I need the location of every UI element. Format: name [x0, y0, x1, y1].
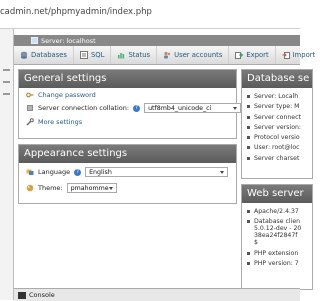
list-item: Database clien 5.0.12-dev - 20 38ea24f28… — [247, 218, 301, 246]
list-item: Server connect — [247, 114, 301, 121]
language-value: English — [89, 168, 112, 176]
tab-label: Import — [292, 51, 316, 59]
main-menu-tabs: Databases SQL Status User accounts Expor… — [14, 46, 315, 65]
help-icon[interactable]: ? — [74, 168, 82, 176]
chevron-down-icon — [108, 186, 113, 190]
list-item: PHP extension — [247, 250, 301, 257]
appearance-settings-panel: Appearance settings Language ? English T… — [18, 144, 237, 204]
tab-label: Status — [128, 51, 151, 59]
theme-select[interactable]: pmahomme — [66, 183, 117, 193]
server-breadcrumb[interactable]: Server: localhost — [31, 36, 96, 45]
more-settings-link[interactable]: More settings — [38, 118, 82, 126]
language-row: Language ? English — [26, 167, 229, 177]
list-item-line: 5.0.12-dev - 20 — [254, 225, 302, 233]
list-item: Protocol versio — [247, 134, 301, 141]
tab-export[interactable]: Export — [229, 46, 276, 64]
import-icon — [282, 52, 290, 59]
list-item: Server version: — [247, 124, 301, 131]
collation-row: Server connection collation: ? utf8mb4_u… — [26, 103, 242, 113]
collation-select[interactable]: utf8mb4_unicode_ci — [144, 103, 242, 113]
appearance-settings-title: Appearance settings — [19, 145, 236, 163]
list-item: PHP version: 7 — [247, 260, 301, 267]
collation-value: utf8mb4_unicode_ci — [148, 104, 212, 112]
chevron-down-icon — [220, 170, 225, 174]
tab-label: User accounts — [174, 51, 223, 59]
general-settings-title: General settings — [19, 70, 236, 88]
theme-icon — [26, 184, 34, 192]
nav-item-marker — [3, 69, 10, 71]
change-password-row[interactable]: Change password — [26, 91, 96, 99]
list-item: Apache/2.4.37 — [247, 208, 301, 215]
theme-label: Theme: — [38, 184, 63, 192]
server-collation-icon — [27, 105, 33, 111]
address-url[interactable]: cadmin.net/phpmyadmin/index.php — [0, 7, 152, 17]
more-settings-row[interactable]: More settings — [26, 118, 82, 126]
change-password-link[interactable]: Change password — [38, 91, 96, 99]
list-item: Server type: M — [247, 103, 301, 110]
theme-value: pmahomme — [70, 184, 109, 192]
navigation-panel[interactable] — [0, 29, 14, 300]
list-item-line: 38ea24f2847f — [254, 232, 298, 240]
console-label[interactable]: Console — [29, 291, 55, 299]
server-icon — [31, 37, 38, 44]
database-server-title: Database se — [242, 70, 312, 88]
export-icon — [235, 52, 244, 59]
help-icon[interactable]: ? — [133, 104, 141, 112]
key-icon — [26, 92, 34, 98]
list-item-line: $ — [254, 239, 258, 247]
database-server-info-list: Server: Localh Server type: M Server con… — [247, 93, 301, 165]
general-settings-panel: General settings Change password Server … — [18, 69, 242, 139]
list-item-line: Database clien — [254, 218, 301, 226]
list-item: Server charset — [247, 155, 301, 162]
tab-label: SQL — [90, 51, 105, 59]
nav-item-marker — [3, 93, 10, 95]
sql-icon — [79, 51, 88, 59]
browser-address-bar[interactable]: cadmin.net/phpmyadmin/index.php — [0, 0, 300, 29]
tab-sql[interactable]: SQL — [74, 46, 112, 64]
list-item: User: root@loc — [247, 144, 301, 151]
wrench-icon — [26, 118, 34, 126]
database-server-panel: Database se Server: Localh Server type: … — [241, 69, 313, 179]
breadcrumb-label: Server: localhost — [41, 36, 96, 45]
console-icon — [18, 291, 26, 299]
language-icon — [26, 169, 34, 175]
web-server-info-list: Apache/2.4.37 Database clien 5.0.12-dev … — [247, 208, 301, 270]
console-bar[interactable]: Console — [14, 288, 300, 301]
status-icon — [118, 53, 125, 59]
language-label: Language — [38, 168, 71, 176]
tab-import[interactable]: Import — [276, 46, 320, 64]
language-select[interactable]: English — [85, 167, 229, 177]
users-icon — [164, 51, 171, 59]
tab-label: Export — [246, 51, 269, 59]
web-server-title: Web server — [242, 185, 312, 203]
tab-status[interactable]: Status — [111, 46, 158, 64]
database-icon — [21, 51, 27, 59]
tab-user-accounts[interactable]: User accounts — [157, 46, 230, 64]
theme-row: Theme: pmahomme — [26, 183, 117, 193]
chevron-down-icon — [233, 106, 238, 110]
tab-databases[interactable]: Databases — [14, 46, 74, 64]
web-server-panel: Web server Apache/2.4.37 Database clien … — [241, 184, 313, 290]
tab-label: Databases — [31, 51, 67, 59]
list-item: Server: Localh — [247, 93, 301, 100]
collation-label: Server connection collation: — [38, 104, 130, 112]
nav-item-marker — [3, 81, 10, 83]
